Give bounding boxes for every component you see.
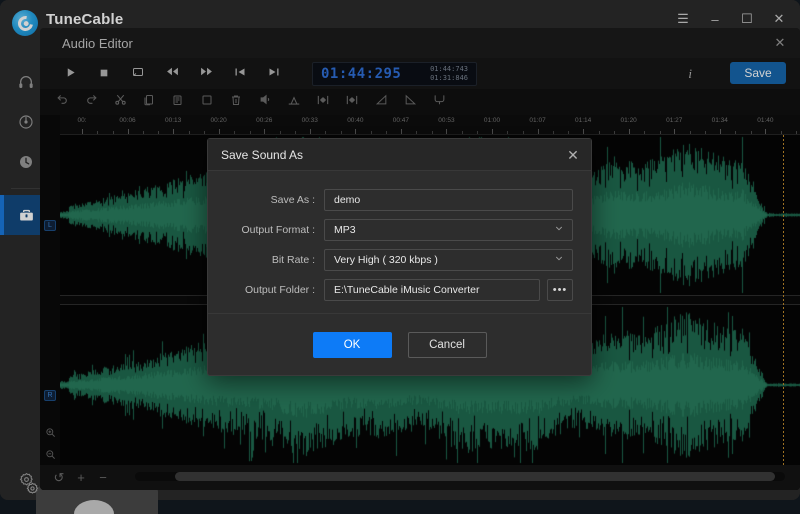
label-save-as: Save As : (270, 194, 315, 206)
cancel-button[interactable]: Cancel (407, 331, 487, 358)
dialog-close-icon[interactable]: ✕ (563, 145, 583, 165)
field-row-output-format: Output Format : MP3 (226, 219, 573, 241)
browse-folder-button[interactable]: ••• (547, 279, 573, 301)
field-row-output-folder: Output Folder : E:\TuneCable iMusic Conv… (226, 279, 573, 301)
dialog-footer: OK Cancel (208, 313, 591, 375)
save-as-input[interactable]: demo (324, 189, 573, 211)
chevron-down-icon (554, 254, 564, 267)
bit-rate-select[interactable]: Very High ( 320 kbps ) (324, 249, 573, 271)
app-root: TuneCable ☰ – ☐ ✕ Audio Editor ✕ 01:44:2… (0, 0, 800, 514)
dialog-header: Save Sound As ✕ (208, 139, 591, 171)
label-output-folder: Output Folder : (244, 284, 315, 296)
output-format-select[interactable]: MP3 (324, 219, 573, 241)
output-format-value: MP3 (334, 224, 356, 236)
label-bit-rate: Bit Rate : (271, 254, 315, 266)
field-row-bit-rate: Bit Rate : Very High ( 320 kbps ) (226, 249, 573, 271)
save-sound-as-dialog: Save Sound As ✕ Save As : demo Output Fo… (207, 138, 592, 376)
field-row-save-as: Save As : demo (226, 189, 573, 211)
chevron-down-icon (554, 224, 564, 237)
dialog-body: Save As : demo Output Format : MP3 Bit R… (208, 171, 591, 301)
bit-rate-value: Very High ( 320 kbps ) (334, 254, 438, 266)
ok-button[interactable]: OK (312, 331, 392, 358)
output-folder-input[interactable]: E:\TuneCable iMusic Converter (324, 279, 540, 301)
label-output-format: Output Format : (241, 224, 315, 236)
dialog-title: Save Sound As (221, 147, 304, 162)
